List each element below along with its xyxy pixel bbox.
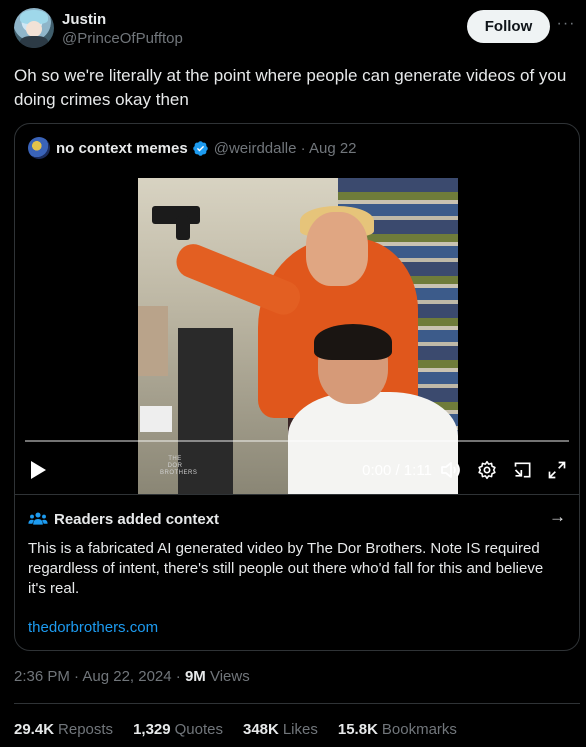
video-progress-bar[interactable]	[25, 440, 569, 442]
views-count: 9M	[184, 668, 206, 685]
divider	[14, 703, 580, 704]
author-handle[interactable]: @PrinceOfPufftop	[62, 30, 183, 47]
context-body: This is a fabricated AI generated video …	[28, 540, 544, 597]
pip-icon[interactable]	[511, 458, 535, 482]
quoted-author-name[interactable]: no context memes	[56, 140, 188, 157]
stat-likes[interactable]: 348K Likes	[243, 721, 318, 741]
video-figure-head	[306, 212, 368, 286]
quoted-avatar[interactable]	[28, 137, 50, 159]
video-watermark: THE DOR BROTHERS	[160, 456, 198, 476]
avatar-face	[26, 21, 42, 37]
fullscreen-icon[interactable]	[545, 458, 569, 482]
verified-badge-icon	[192, 140, 208, 156]
post-meta: 2:36 PM · Aug 22, 2024 · 9M Views	[14, 668, 250, 685]
quoted-post[interactable]: no context memes @weirddalle · Aug 22 TH…	[14, 123, 580, 651]
stat-number: 15.8K	[337, 721, 378, 738]
more-icon[interactable]: ···	[556, 14, 576, 34]
people-icon	[28, 512, 48, 525]
stat-bookmarks[interactable]: 15.8K Bookmarks	[338, 721, 457, 741]
video-box	[140, 406, 172, 432]
stat-number: 348K	[242, 721, 279, 738]
video-sign	[138, 306, 168, 376]
quoted-handle-date[interactable]: @weirddalle · Aug 22	[214, 140, 357, 157]
avatar-coat	[20, 36, 48, 48]
video-player[interactable]: THE DOR BROTHERS 0:00 / 1:11	[15, 170, 579, 494]
stat-reposts[interactable]: 29.4K Reposts	[14, 721, 113, 741]
stat-number: 29.4K	[14, 721, 55, 738]
video-time: 0:00 / 1:11	[362, 461, 432, 479]
context-header: Readers added context	[28, 509, 219, 529]
arrow-right-icon[interactable]: →	[549, 507, 566, 527]
video-frame[interactable]: THE DOR BROTHERS	[138, 178, 458, 494]
stat-number: 1,329	[133, 721, 171, 738]
play-icon[interactable]	[27, 458, 49, 482]
video-gun-grip	[176, 216, 190, 240]
video-figure2-hair	[314, 324, 392, 360]
post-timestamp[interactable]: 2:36 PM · Aug 22, 2024 ·	[14, 668, 185, 685]
stat-label: Likes	[282, 721, 318, 738]
stat-label: Quotes	[174, 721, 223, 738]
context-link[interactable]: thedorbrothers.com	[28, 619, 158, 636]
stat-quotes[interactable]: 1,329 Quotes	[133, 721, 223, 741]
post-header: Justin @PrinceOfPufftop Follow ···	[14, 8, 576, 52]
views-label: Views	[205, 668, 250, 685]
stat-label: Reposts	[58, 721, 114, 738]
video-figure-arm	[171, 239, 305, 320]
avatar[interactable]	[14, 8, 54, 48]
follow-button[interactable]: Follow	[467, 10, 550, 43]
settings-icon[interactable]	[475, 458, 499, 482]
author-name[interactable]: Justin	[62, 11, 106, 28]
stat-label: Bookmarks	[381, 721, 457, 738]
volume-icon[interactable]	[439, 458, 463, 482]
quoted-post-header: no context memes @weirddalle · Aug 22	[28, 137, 357, 159]
context-title: Readers added context	[54, 510, 220, 528]
post-stats: 29.4K Reposts 1,329 Quotes 348K Likes 15.8K…	[14, 721, 477, 741]
readers-context[interactable]: Readers added context → This is a fabric…	[15, 494, 579, 650]
post-text: Oh so we're literally at the point where…	[14, 66, 567, 109]
